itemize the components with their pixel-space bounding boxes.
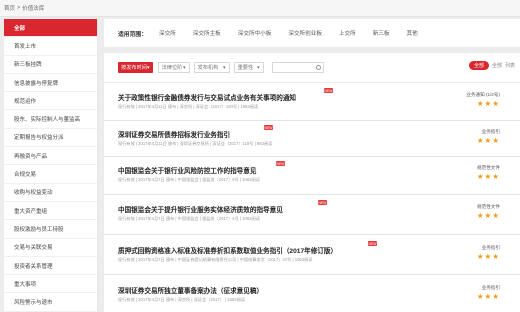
scope-filter-bar: 适用范围： 深交所 深交所主板 深交所中小板 深交所创业板 上交所 新三板 其他: [104, 19, 520, 47]
chevron-down-icon: ▾: [182, 64, 186, 71]
item-title[interactable]: 深圳证券交易所独立董事备案办法（征求意见稿）: [118, 285, 263, 295]
sidebar-item-equity-incentive[interactable]: 股权激励与员工持股: [4, 220, 97, 239]
item-category-tag: 规范性文件: [477, 204, 500, 209]
list-item[interactable]: 深圳证券交易所债券招标发行业务指引 NEW 现行有效 | 2017年4月11日 …: [104, 121, 520, 157]
regulation-list: 关于政策性银行金融债券发行与交易试点业务有关事项的通知 NEW 现行有效 | 2…: [104, 83, 520, 312]
search-input[interactable]: [271, 62, 324, 73]
chevron-down-icon: ▾: [256, 64, 260, 71]
scope-option-szse-main[interactable]: 深交所主板: [193, 29, 221, 37]
item-meta: 现行有效 | 2017年4月11日 颁布 | 深交所 | 深证会〔2017〕12…: [118, 104, 259, 109]
item-meta: 现行有效 | 2017年4月11日 颁布 | 深圳证券交易所 | 深证会〔201…: [118, 141, 273, 146]
breadcrumb-separator: >: [17, 5, 21, 11]
list-item[interactable]: 中国银监会关于提升银行业服务实体经济质效的指导意见 NEW 现行有效 | 201…: [104, 195, 520, 235]
list-item[interactable]: 深圳证券交易所独立董事备案办法（征求意见稿） 现行有效 | 2017年4月7日 …: [104, 275, 520, 312]
scope-option-other[interactable]: 其他: [407, 29, 418, 37]
importance-select-label: 重要性: [237, 65, 254, 71]
legal-level-select[interactable]: 法律位阶 ▾: [157, 62, 190, 73]
sidebar-item-major-events[interactable]: 重大事项: [4, 275, 97, 294]
importance-stars: ★★★: [476, 292, 500, 301]
search-icon[interactable]: [315, 65, 321, 70]
list-item[interactable]: 中国银监会关于银行业风险防控工作的指导意见 NEW 现行有效 | 2017年4月…: [104, 157, 520, 195]
item-meta: 现行有效 | 2017年4月7日 颁布 | 中国证券登记结算有限责任公司 | 中…: [118, 257, 313, 262]
sort-by-date-button[interactable]: 按发布时间 ▾: [118, 62, 153, 73]
view-toggle: 全部 全部 列表: [468, 61, 515, 70]
scope-option-szse-sme[interactable]: 深交所中小板: [238, 29, 272, 37]
scope-option-sse[interactable]: 上交所: [339, 29, 356, 37]
item-category-tag: 业务指引: [481, 129, 500, 134]
item-category-tag: 业务指引: [481, 245, 500, 250]
sidebar-item-restructuring[interactable]: 重大资产重组: [4, 202, 97, 221]
item-title[interactable]: 中国银监会关于提升银行业服务实体经济质效的指导意见: [118, 204, 283, 214]
item-title[interactable]: 深圳证券交易所债券招标发行业务指引: [118, 129, 230, 139]
chevron-down-icon: ▾: [222, 64, 226, 71]
breadcrumb-current: 价值法库: [22, 6, 45, 12]
new-badge: NEW: [324, 88, 333, 93]
sidebar-item-periodic-reports[interactable]: 定期报告与权益分派: [4, 129, 97, 148]
main-content: 适用范围： 深交所 深交所主板 深交所中小板 深交所创业板 上交所 新三板 其他…: [104, 19, 520, 312]
sidebar-item-related-trading[interactable]: 交易与关联交易: [4, 239, 97, 257]
item-category-tag: 规范性文件: [477, 165, 500, 170]
item-category-tag: 业务通知 (1/2号): [466, 92, 500, 97]
item-meta: 现行有效 | 2017年4月7日 颁布 | 深交所 | 深证会〔2017〕 | …: [118, 297, 245, 302]
sort-by-date-label: 按发布时间: [121, 65, 147, 71]
sidebar-item-acquisition[interactable]: 收购与权益变动: [4, 184, 97, 202]
sidebar-item-shareholders[interactable]: 股东、实际控制人与董监高: [4, 110, 97, 129]
new-badge: NEW: [264, 125, 273, 130]
item-title[interactable]: 中国银监会关于银行业风险防控工作的指导意见: [118, 165, 256, 175]
sidebar-item-refinancing[interactable]: 再融资与产品: [4, 147, 97, 166]
list-item[interactable]: 关于政策性银行金融债券发行与交易试点业务有关事项的通知 NEW 现行有效 | 2…: [104, 83, 520, 121]
issuing-body-select[interactable]: 发布机构 ▾: [193, 62, 230, 73]
chevron-down-icon: ▾: [146, 64, 150, 71]
item-meta: 现行有效 | 2017年4月7日 颁布 | 中国银监会 | 银监发〔2017〕4…: [118, 216, 260, 221]
list-toolbar: 按发布时间 ▾ 法律位阶 ▾ 发布机构 ▾ 重要性 ▾ 全部 全部 列表: [104, 53, 520, 83]
item-category-tag: 业务指引: [481, 285, 500, 290]
scope-filter-label: 适用范围：: [118, 31, 147, 38]
issuing-body-select-label: 发布机构: [197, 65, 219, 71]
new-badge: NEW: [368, 241, 377, 246]
sidebar-item-compliant-trading[interactable]: 合规交易: [4, 165, 97, 184]
breadcrumb: 首页 > 价值法库: [0, 0, 520, 17]
category-sidebar: 全部 首发上市 新三板挂牌 信息披露与停复牌 规范运作 股东、实际控制人与董监高…: [4, 19, 98, 312]
importance-select[interactable]: 重要性 ▾: [233, 62, 264, 73]
sidebar-item-disclosure[interactable]: 信息披露与停复牌: [4, 74, 97, 93]
importance-stars: ★★★: [476, 172, 500, 181]
new-badge: NEW: [276, 161, 285, 166]
importance-stars: ★★★: [476, 252, 500, 261]
sidebar-item-compliance-ops[interactable]: 规范运作: [4, 92, 97, 111]
importance-stars: ★★★: [476, 136, 500, 145]
sidebar-item-neeq-listing[interactable]: 新三板挂牌: [4, 56, 97, 74]
sidebar-item-all[interactable]: 全部: [4, 19, 97, 38]
list-item[interactable]: 质押式回购资格准入标准及标准券折扣系数取值业务指引（2017年修订版） NEW …: [104, 235, 520, 275]
item-title[interactable]: 关于政策性银行金融债券发行与交易试点业务有关事项的通知: [118, 92, 296, 102]
new-badge: NEW: [318, 200, 327, 205]
sidebar-item-ipo[interactable]: 首发上市: [4, 37, 97, 56]
view-active-pill[interactable]: 全部: [468, 61, 489, 70]
item-title[interactable]: 质押式回购资格准入标准及标准券折扣系数取值业务指引（2017年修订版）: [118, 245, 337, 255]
importance-stars: ★★★: [476, 99, 500, 108]
breadcrumb-home[interactable]: 首页: [4, 4, 15, 12]
item-meta: 现行有效 | 2017年4月7日 颁布 | 中国银监会 | 银监发〔2017〕6…: [118, 177, 260, 182]
legal-level-select-label: 法律位阶: [161, 65, 183, 71]
scope-option-szse-chinext[interactable]: 深交所创业板: [288, 29, 322, 37]
sidebar-item-investor-relations[interactable]: 投资者关系管理: [4, 257, 97, 276]
view-option-list[interactable]: 列表: [505, 62, 515, 69]
scope-option-szse[interactable]: 深交所: [159, 29, 176, 37]
view-option-all[interactable]: 全部: [492, 62, 502, 69]
sidebar-item-risk-delisting[interactable]: 风险警示与退市: [4, 293, 97, 312]
scope-option-neeq[interactable]: 新三板: [373, 29, 390, 37]
importance-stars: ★★★: [476, 211, 500, 220]
